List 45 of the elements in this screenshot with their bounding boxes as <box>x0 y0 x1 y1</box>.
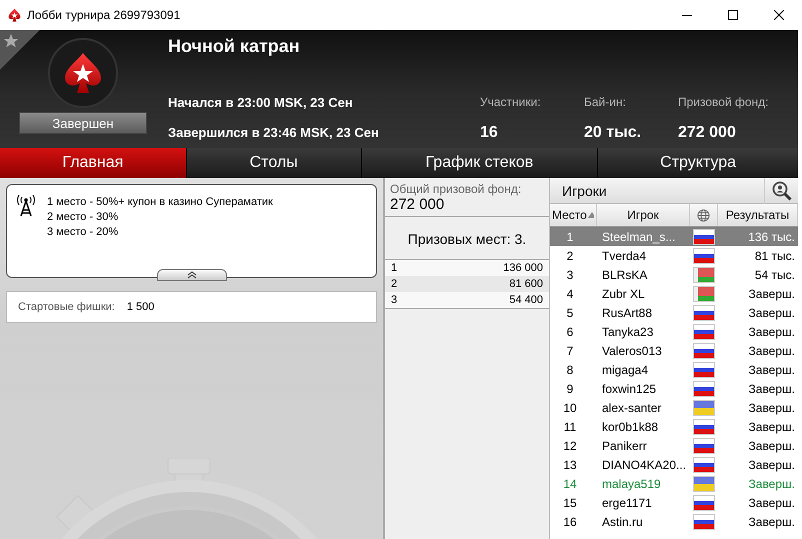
payout-note: 1 место - 50%+ купон в казино Супераматик <box>47 195 273 210</box>
spade-logo-icon <box>8 8 21 22</box>
window-title: Лобби турнира 2699793091 <box>27 8 182 22</box>
prize-place: 1 <box>391 262 398 274</box>
stat-label: Призовой фонд: <box>678 95 769 110</box>
start-time: Начался в 23:00 MSK, 23 Сен <box>168 94 354 110</box>
prize-pool-label: Общий призовой фонд: <box>389 181 522 196</box>
starting-chips-value: 1 500 <box>126 301 154 313</box>
column-header[interactable]: Результаты <box>718 204 798 226</box>
prize-amount: 81 600 <box>509 278 543 290</box>
star-icon <box>3 33 19 49</box>
tab[interactable]: Столы <box>186 148 361 178</box>
starting-chips-label: Стартовые фишки: <box>18 301 115 313</box>
sort-arrow-icon <box>588 212 594 218</box>
payout-note: 3 место - 20% <box>47 225 120 240</box>
globe-icon <box>697 208 710 222</box>
close-icon <box>774 10 784 20</box>
status-ribbon: Завершен <box>19 112 147 134</box>
prize-pool-value: 272 000 <box>385 196 549 217</box>
end-time: Завершился в 23:46 MSK, 23 Сен <box>168 125 380 140</box>
maximize-icon <box>728 10 738 20</box>
payout-note: 2 место - 30% <box>47 210 120 225</box>
tournament-name: Ночной катран <box>168 36 301 58</box>
spade-logo-icon <box>63 51 103 95</box>
prize-place: 3 <box>391 294 398 306</box>
collapse-button[interactable] <box>157 269 227 281</box>
column-header[interactable]: Место <box>550 204 597 226</box>
stat-value: 16 <box>480 124 498 142</box>
prize-amount: 136 000 <box>503 262 543 274</box>
stat-value: 20 тыс. <box>584 124 642 142</box>
minimize-icon <box>682 14 692 16</box>
prize-place: 2 <box>391 278 398 290</box>
player-row[interactable]: 1 Steelman_s... 136 тыс. <box>550 227 798 246</box>
column-header[interactable]: Игрок <box>597 204 690 226</box>
antenna-icon <box>17 195 35 217</box>
stat-label: Бай-ин: <box>584 95 626 110</box>
tab[interactable]: График стеков <box>362 148 598 178</box>
search-user-icon <box>772 180 792 200</box>
tab[interactable]: Структура <box>598 148 798 178</box>
stat-label: Участники: <box>480 95 541 110</box>
players-title: Игроки <box>561 182 608 198</box>
prize-amount: 54 400 <box>509 294 543 306</box>
tab[interactable]: Главная <box>0 148 186 178</box>
double-chevron-up-icon <box>187 271 197 279</box>
stat-value: 272 000 <box>678 124 736 142</box>
